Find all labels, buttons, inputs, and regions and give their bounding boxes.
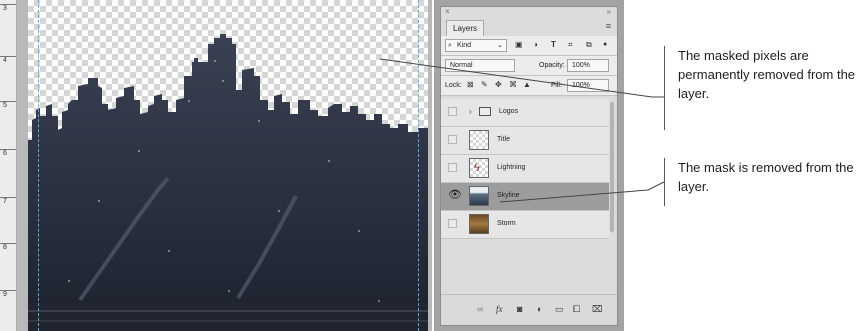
lock-position-icon[interactable]: ✥	[495, 80, 502, 90]
lightning-icon: ϟ	[474, 162, 480, 174]
callout-bar	[664, 46, 665, 130]
visibility-toggle[interactable]	[448, 107, 457, 116]
callout-masked-pixels: The masked pixels are permanently remove…	[678, 48, 856, 101]
fx-icon[interactable]: fx	[496, 304, 503, 314]
group-expand-icon[interactable]: ›	[469, 107, 472, 116]
delete-layer-icon[interactable]: ⌧	[592, 304, 602, 314]
visibility-toggle[interactable]	[448, 135, 457, 144]
opacity-label: Opacity:	[539, 62, 565, 69]
lock-all-icon[interactable]: ▲	[523, 80, 531, 90]
vertical-ruler: 3 4 5 6 7 8 9	[0, 0, 17, 331]
panel-title-bar: × »	[441, 7, 617, 18]
layer-name: Storm	[497, 220, 516, 227]
layers-panel-frame: × » Layers ≡ ⌕ Kind ⌄ ▣ ◑ T ⌗ ⧉ ● Normal	[434, 0, 624, 331]
lock-paint-icon[interactable]: ✎	[481, 80, 488, 90]
add-mask-icon[interactable]: ◙	[517, 304, 522, 314]
layer-name: Skyline	[497, 192, 520, 199]
layers-panel: × » Layers ≡ ⌕ Kind ⌄ ▣ ◑ T ⌗ ⧉ ● Normal	[440, 6, 618, 326]
eye-icon[interactable]: 👁	[448, 190, 462, 201]
filter-row: ⌕ Kind ⌄ ▣ ◑ T ⌗ ⧉ ●	[441, 36, 617, 56]
layer-thumbnail: ϟ	[469, 158, 489, 178]
canvas-area[interactable]: 3 4 5 6 7 8 9	[0, 0, 432, 331]
callout-mask-removed: The mask is removed from the layer.	[678, 160, 854, 194]
panel-menu-icon[interactable]: ≡	[606, 22, 611, 31]
adjustment-filter-icon[interactable]: ◑	[533, 40, 538, 50]
lock-label: Lock:	[445, 82, 462, 89]
layer-name: Title	[497, 136, 510, 143]
new-group-icon[interactable]: ▭	[555, 304, 564, 314]
image-filter-icon[interactable]: ▣	[515, 40, 523, 50]
search-icon: ⌕	[448, 42, 452, 49]
filter-toggle-icon[interactable]: ●	[603, 40, 607, 50]
filter-kind-select[interactable]: ⌕ Kind ⌄	[445, 39, 507, 52]
chevron-down-icon: ⌄	[497, 42, 503, 49]
shape-filter-icon[interactable]: ⌗	[568, 40, 573, 50]
layer-name: Lightning	[497, 164, 526, 171]
adjustment-layer-icon[interactable]: ◐	[537, 304, 542, 314]
tab-layers[interactable]: Layers	[446, 20, 485, 37]
type-filter-icon[interactable]: T	[551, 40, 556, 50]
fill-input[interactable]: 100%	[567, 79, 609, 92]
layer-thumbnail	[469, 186, 489, 206]
folder-icon	[479, 107, 491, 116]
layer-thumbnail	[469, 130, 489, 150]
document-canvas[interactable]	[28, 0, 428, 331]
layer-row-skyline[interactable]: 👁 Skyline	[441, 183, 609, 211]
smart-object-filter-icon[interactable]: ⧉	[586, 40, 592, 50]
collapse-icon[interactable]: »	[607, 7, 611, 17]
right-guide	[418, 0, 419, 331]
lock-artboard-icon[interactable]: ⌘	[509, 80, 517, 90]
skyline-image	[28, 34, 428, 331]
fill-label: Fill:	[551, 82, 562, 89]
layer-name: Logos	[499, 108, 519, 115]
lock-transparent-icon[interactable]: ⊠	[467, 80, 474, 90]
panel-tab-row: Layers ≡	[441, 18, 617, 37]
layer-row-title[interactable]: Title	[441, 127, 609, 155]
layer-row-logos[interactable]: › Logos	[441, 99, 609, 127]
visibility-toggle[interactable]	[448, 219, 457, 228]
link-layers-icon[interactable]: ∞	[477, 304, 483, 314]
opacity-input[interactable]: 100%	[567, 59, 609, 72]
layer-list-scrollbar[interactable]	[610, 102, 614, 232]
panel-footer: ∞ fx ◙ ◐ ▭ ⧠ ⌧	[441, 294, 617, 325]
layer-row-lightning[interactable]: ϟ Lightning	[441, 155, 609, 183]
callout-bar	[664, 158, 665, 206]
visibility-toggle[interactable]	[448, 163, 457, 172]
layer-thumbnail	[469, 214, 489, 234]
left-guide	[38, 0, 39, 331]
layer-row-storm[interactable]: Storm	[441, 211, 609, 239]
blend-mode-select[interactable]: Normal	[445, 59, 515, 72]
layer-list: › Logos Title ϟ Lightning 👁 Skyline Stor…	[441, 99, 609, 294]
blend-row: Normal Opacity: 100%	[441, 56, 617, 76]
new-layer-icon[interactable]: ⧠	[573, 304, 580, 314]
lock-row: Lock: ⊠ ✎ ✥ ⌘ ▲ Fill: 100%	[441, 76, 617, 96]
close-icon[interactable]: ×	[445, 7, 450, 17]
